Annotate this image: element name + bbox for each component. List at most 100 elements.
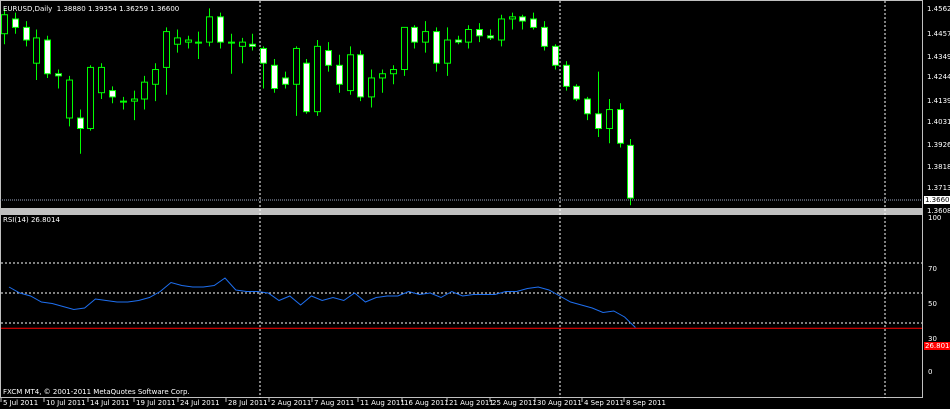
candle[interactable] [303, 58, 310, 114]
bearish-candle-body [260, 47, 267, 64]
bearish-candle-body [55, 73, 62, 77]
bearish-candle-body [44, 39, 51, 75]
date-axis-label: 16 Aug 2011 [404, 399, 449, 407]
candle[interactable] [98, 63, 105, 100]
pane-separator[interactable] [0, 209, 923, 214]
candle[interactable] [249, 33, 256, 51]
candle[interactable] [401, 26, 408, 76]
chart-canvas[interactable] [0, 0, 950, 409]
candle[interactable] [174, 29, 181, 53]
candle[interactable] [530, 12, 537, 30]
candle[interactable] [357, 50, 364, 102]
bullish-candle-body [509, 16, 516, 20]
candle[interactable] [325, 42, 332, 72]
candle[interactable] [336, 54, 343, 93]
bearish-candle-body [595, 113, 602, 130]
candle[interactable] [152, 63, 159, 102]
candle[interactable] [627, 139, 634, 206]
date-axis-label: 11 Aug 2011 [360, 399, 405, 407]
candle[interactable] [109, 86, 116, 104]
candle[interactable] [314, 40, 321, 116]
date-axis-label: 2 Aug 2011 [271, 399, 312, 407]
candle[interactable] [12, 12, 19, 34]
candle[interactable] [141, 75, 148, 110]
price-axis-label: 1.42440 [927, 73, 950, 81]
price-axis-label: 1.39260 [927, 141, 950, 149]
candle[interactable] [552, 44, 559, 70]
candle[interactable] [411, 25, 418, 49]
candle[interactable] [541, 21, 548, 51]
candle[interactable] [422, 21, 429, 53]
candle[interactable] [433, 27, 440, 72]
date-axis-label: 25 Aug 2011 [492, 399, 537, 407]
bullish-candle-body [498, 18, 505, 41]
candle[interactable] [368, 69, 375, 108]
bullish-candle-body [422, 31, 429, 43]
candle[interactable] [617, 103, 624, 148]
candle[interactable] [33, 29, 40, 81]
candle[interactable] [66, 75, 73, 127]
bearish-candle-body [249, 43, 256, 47]
candle[interactable] [55, 69, 62, 89]
candle[interactable] [455, 35, 462, 45]
candle[interactable] [44, 35, 51, 78]
candle[interactable] [217, 12, 224, 49]
bullish-candle-body [390, 69, 397, 75]
candle[interactable] [228, 33, 235, 74]
date-axis-label: 8 Sep 2011 [626, 399, 666, 407]
bullish-candle-body [368, 77, 375, 98]
rsi-axis-label: 100 [928, 214, 942, 222]
date-axis-label: 19 Jul 2011 [136, 399, 176, 407]
bearish-candle-body [487, 35, 494, 39]
bullish-candle-body [141, 81, 148, 100]
ohlc-values: 1.38880 1.39354 1.36259 1.36600 [56, 5, 180, 13]
candle[interactable] [379, 69, 386, 93]
mt4-chart-window[interactable]: EURUSD,Daily 1.38880 1.39354 1.36259 1.3… [0, 0, 950, 409]
rsi-axis-label: 0 [928, 368, 933, 376]
candle[interactable] [195, 31, 202, 59]
candle[interactable] [77, 109, 84, 154]
candle[interactable] [271, 58, 278, 93]
candle[interactable] [498, 14, 505, 47]
candle[interactable] [206, 8, 213, 47]
bearish-candle-body [217, 16, 224, 43]
candle[interactable] [87, 65, 94, 131]
candle[interactable] [347, 46, 354, 95]
bearish-candle-body [455, 39, 462, 43]
candle[interactable] [282, 71, 289, 89]
candle[interactable] [487, 29, 494, 41]
candle[interactable] [465, 25, 472, 49]
price-axis-label: 1.45620 [927, 5, 950, 13]
candle[interactable] [444, 27, 451, 76]
price-axis-label: 1.38180 [927, 163, 950, 171]
candle[interactable] [519, 14, 526, 30]
bullish-candle-body [347, 54, 354, 92]
bullish-candle-body [606, 109, 613, 130]
candle[interactable] [563, 61, 570, 91]
candle[interactable] [476, 23, 483, 43]
candle[interactable] [390, 65, 397, 85]
bullish-candle-body [33, 37, 40, 64]
bearish-candle-body [552, 45, 559, 66]
candle[interactable] [595, 71, 602, 137]
bullish-candle-body [120, 100, 127, 103]
bearish-candle-body [573, 85, 580, 100]
candle[interactable] [131, 90, 138, 121]
candle[interactable] [239, 37, 246, 64]
bullish-candle-body [444, 39, 451, 64]
candle[interactable] [185, 35, 192, 49]
candle[interactable] [23, 21, 30, 47]
bullish-candle-body [465, 28, 472, 43]
date-axis-label: 7 Aug 2011 [314, 399, 355, 407]
candle[interactable] [163, 27, 170, 95]
candle[interactable] [584, 96, 591, 121]
candle[interactable] [260, 46, 267, 89]
candle[interactable] [293, 46, 300, 116]
bearish-candle-body [563, 64, 570, 87]
candle[interactable] [573, 84, 580, 102]
candle[interactable] [606, 99, 613, 144]
candle[interactable] [509, 12, 516, 30]
date-axis-label: 30 Aug 2011 [537, 399, 582, 407]
candle[interactable] [120, 96, 127, 110]
bearish-candle-body [541, 26, 548, 47]
